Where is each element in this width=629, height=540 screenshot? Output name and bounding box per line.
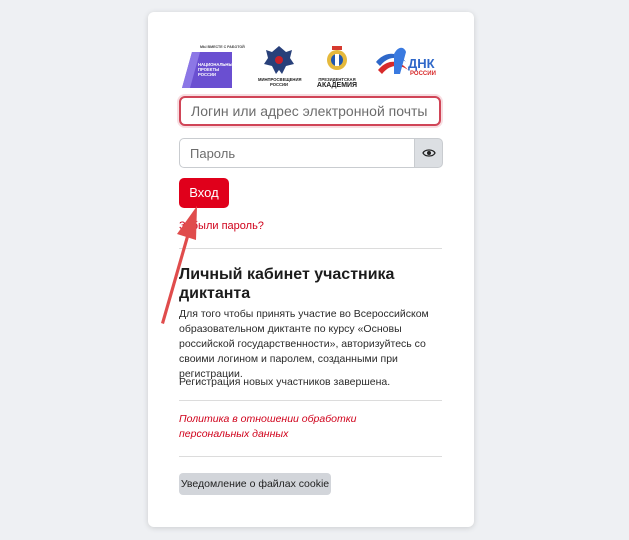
divider [179,248,442,249]
dnk-rossii-logo-icon: ДНК РОССИИ [372,44,444,90]
forgot-password-link[interactable]: Забыли пароль? [179,220,264,232]
privacy-policy-link[interactable]: Политика в отношении обработки персональ… [179,412,419,442]
ministry-label: МИНПРОСВЕЩЕНИЯ РОССИИ [258,77,302,87]
minprosveshcheniya-emblem-icon: МИНПРОСВЕЩЕНИЯ РОССИИ [256,44,302,90]
login-button[interactable]: Вход [179,178,229,208]
naczionalnye-proekty-logo-icon: МЫ ВМЕСТЕ С РАБОТОЙ НАЦИОНАЛЬНЫЕ ПРОЕКТЫ… [180,44,245,90]
description-text: Для того чтобы принять участие во Всерос… [179,308,429,380]
divider [179,456,442,457]
eye-icon [421,149,436,157]
divider [179,400,442,401]
login-card: МЫ ВМЕСТЕ С РАБОТОЙ НАЦИОНАЛЬНЫЕ ПРОЕКТЫ… [148,12,474,527]
academy-label: ПРЕЗИДЕНТСКАЯ АКАДЕМИЯ [316,77,358,89]
partner-logos: МЫ ВМЕСТЕ С РАБОТОЙ НАЦИОНАЛЬНЫЕ ПРОЕКТЫ… [180,44,444,90]
ranepa-emblem-icon: ПРЕЗИДЕНТСКАЯ АКАДЕМИЯ [314,44,360,90]
password-input[interactable] [179,138,415,168]
show-password-button[interactable] [414,138,443,168]
page-title: Личный кабинет участника диктанта [179,266,395,302]
rossii-label: РОССИИ [410,71,436,77]
login-email-input[interactable] [179,96,441,126]
logo-tagline: МЫ ВМЕСТЕ С РАБОТОЙ [200,45,245,49]
cookie-notice-button[interactable]: Уведомление о файлах cookie [179,473,331,495]
logo-label-lines: НАЦИОНАЛЬНЫЕ ПРОЕКТЫ РОССИИ [198,62,236,77]
registration-closed-text: Регистрация новых участников завершена. [179,376,391,388]
dnk-label: ДНК [408,56,435,71]
